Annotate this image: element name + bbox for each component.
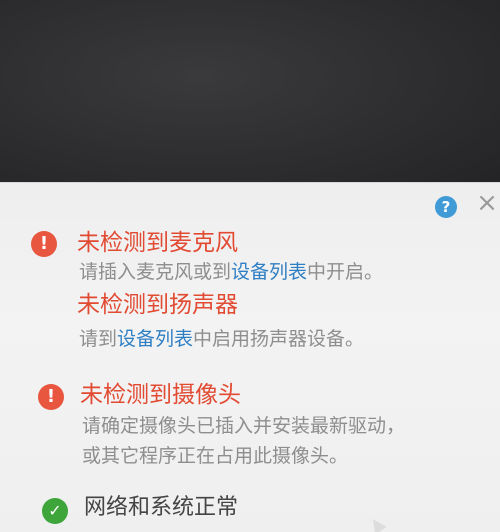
speaker-alert-desc: 请到设备列表中启用扬声器设备。 [79, 325, 364, 353]
speaker-alert-title: 未检测到扬声器 [77, 292, 238, 318]
desc-text: 中启用扬声器设备。 [193, 328, 365, 350]
device-check-panel [0, 182, 500, 532]
desc-text: 中开启。 [307, 261, 384, 283]
warning-icon: ! [31, 231, 57, 257]
camera-alert-desc-line1: 请确定摄像头已插入并安装最新驱动， [82, 415, 406, 437]
device-list-link[interactable]: 设备列表 [231, 261, 307, 283]
background-screen [0, 0, 500, 190]
microphone-alert-title: 未检测到麦克风 [77, 230, 238, 256]
camera-alert-title: 未检测到摄像头 [80, 382, 241, 408]
close-icon[interactable]: × [474, 190, 500, 216]
desc-text: 请插入麦克风或到 [79, 261, 232, 283]
help-icon[interactable]: ? [435, 196, 457, 218]
device-list-link[interactable]: 设备列表 [117, 328, 193, 350]
camera-alert-desc-line2: 或其它程序正在占用此摄像头。 [82, 445, 349, 467]
warning-icon: ! [38, 384, 64, 410]
desc-text: 请到 [79, 328, 118, 350]
microphone-alert-desc: 请插入麦克风或到设备列表中开启。 [79, 258, 383, 286]
network-status-label: 网络和系统正常 [84, 495, 239, 520]
check-icon: ✓ [42, 498, 68, 524]
